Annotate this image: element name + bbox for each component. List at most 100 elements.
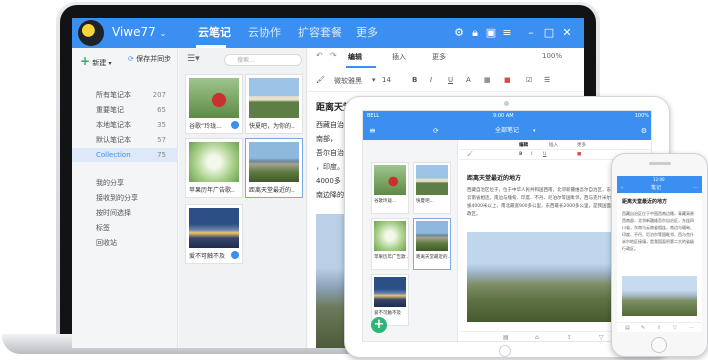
username-dropdown[interactable]: Viwe77 ⌄ bbox=[112, 25, 166, 39]
sidebar-item-my-shares[interactable]: 我的分享 bbox=[72, 176, 178, 190]
more-icon[interactable]: ⋯ bbox=[689, 325, 694, 331]
settings-gear-icon[interactable]: ⚙ bbox=[452, 26, 466, 40]
tablet-home-button[interactable] bbox=[499, 345, 511, 357]
note-list: ☰▾ 搜索... 谷歌“玲珑... 快夏吧，为你的... 苹果历年广告歌... … bbox=[179, 48, 307, 348]
sidebar-item-received-shares[interactable]: 接收到的分享 bbox=[72, 191, 178, 205]
more-icon[interactable]: ⋯ bbox=[693, 183, 698, 193]
avatar[interactable] bbox=[78, 20, 104, 46]
undo-icon[interactable]: ↶ bbox=[316, 51, 323, 60]
format-painter-icon[interactable]: 🖌︎ bbox=[316, 76, 325, 84]
note-card-selected[interactable]: 距离天堂最近的... bbox=[413, 218, 451, 270]
note-card-title: 谷歌“玲珑... bbox=[189, 123, 222, 130]
new-button[interactable]: + 新建 ▾ bbox=[80, 54, 112, 68]
tab-more-tools[interactable]: 更多 bbox=[432, 52, 446, 62]
delete-icon[interactable]: ▽ bbox=[599, 334, 604, 341]
format-painter-icon[interactable]: 🖌︎ bbox=[467, 152, 473, 157]
zoom-level[interactable]: 100% bbox=[542, 52, 562, 60]
sync-icon[interactable]: ⟳ bbox=[433, 122, 439, 140]
tablet-screen: BELL 9:00 AM 100% ≡ ⟳ 全部笔记 ▾ ⚙ 谷歌玲珑... 快… bbox=[362, 110, 652, 342]
tab-cloud-notes[interactable]: 云笔记 bbox=[198, 24, 231, 40]
sidebar-item-label: 所有笔记本 bbox=[96, 91, 131, 99]
tab-more[interactable]: 更多 bbox=[356, 24, 378, 40]
tab-insert[interactable]: 插入 bbox=[392, 52, 406, 62]
tablet-header: ≡ ⟳ 全部笔记 ▾ ⚙ bbox=[363, 122, 651, 140]
note-card[interactable]: 苹果历年广告歌... bbox=[371, 218, 409, 270]
tablet-note-list: 谷歌玲珑... 快夏吧... 苹果历年广告歌... 距离天堂最近的... 爱不可… bbox=[363, 140, 458, 341]
share-icon[interactable]: ⇪ bbox=[657, 325, 661, 331]
tab-insert[interactable]: 插入 bbox=[549, 142, 558, 148]
username: Viwe77 bbox=[112, 25, 156, 39]
tablet-camera bbox=[504, 101, 509, 106]
phone-header-title: 笔记 bbox=[651, 185, 662, 191]
phone-status-bar: 12:00 bbox=[617, 176, 702, 183]
attachment-icon[interactable]: ⌂ bbox=[535, 334, 539, 341]
note-title[interactable]: 距离天堂最近的地方 bbox=[622, 198, 667, 205]
phone-home-button[interactable] bbox=[651, 337, 667, 353]
note-card[interactable]: 爱不可触不及 bbox=[185, 204, 243, 264]
sync-button[interactable]: ⟳ 保存并同步 bbox=[128, 54, 171, 64]
bold-icon[interactable]: B bbox=[519, 152, 522, 157]
bold-icon[interactable]: B bbox=[412, 76, 417, 84]
note-info-icon[interactable]: ▤ bbox=[625, 325, 630, 331]
tab-storage-plans[interactable]: 扩容套餐 bbox=[298, 24, 342, 40]
shared-badge-icon bbox=[231, 251, 239, 259]
note-card[interactable]: 苹果历年广告歌... bbox=[185, 138, 243, 198]
tab-edit[interactable]: 编辑 bbox=[519, 142, 528, 148]
tab-collaboration[interactable]: 云协作 bbox=[248, 24, 281, 40]
tab-more-tools[interactable]: 更多 bbox=[577, 142, 586, 148]
sidebar-item-by-time[interactable]: 按时间选择 bbox=[72, 206, 178, 220]
close-icon[interactable]: ✕ bbox=[560, 26, 574, 40]
back-icon[interactable]: ‹ bbox=[621, 183, 623, 193]
list-view-toggle-icon[interactable]: ☰▾ bbox=[187, 54, 200, 64]
maximize-icon[interactable]: □ bbox=[542, 26, 556, 40]
sidebar-item-trash[interactable]: 回收站 bbox=[72, 236, 178, 250]
text-color-icon[interactable]: A bbox=[466, 76, 471, 84]
edit-icon[interactable]: ✎ bbox=[641, 325, 645, 331]
sidebar-item-default-notebook[interactable]: 默认笔记本 57 bbox=[72, 133, 178, 147]
note-card[interactable]: 快夏吧，为你的... bbox=[245, 74, 303, 134]
menu-icon[interactable]: ≡ bbox=[369, 122, 376, 140]
highlight-icon[interactable]: ▦ bbox=[484, 76, 491, 84]
redo-icon[interactable]: ↷ bbox=[330, 51, 337, 60]
italic-icon[interactable]: I bbox=[531, 152, 532, 157]
underline-icon[interactable]: U bbox=[448, 76, 453, 84]
note-card[interactable]: 谷歌“玲珑... bbox=[185, 74, 243, 134]
chevron-down-icon: ⌄ bbox=[159, 29, 167, 38]
underline-icon[interactable]: U bbox=[543, 152, 546, 157]
note-card[interactable]: 快夏吧... bbox=[413, 162, 451, 214]
note-card-selected[interactable]: 距离天堂最近的... bbox=[245, 138, 303, 198]
note-thumbnail bbox=[189, 142, 239, 182]
lock-icon[interactable]: 🔒︎ bbox=[468, 26, 482, 40]
share-icon[interactable]: ⇪ bbox=[567, 334, 572, 341]
italic-icon[interactable]: I bbox=[430, 76, 432, 84]
delete-icon[interactable]: ▽ bbox=[673, 325, 677, 331]
minimize-icon[interactable]: – bbox=[524, 26, 538, 40]
list-icon[interactable]: ☰ bbox=[544, 76, 550, 84]
note-title[interactable]: 距离天堂最近的地方 bbox=[467, 173, 521, 182]
skin-icon[interactable]: ▣ bbox=[484, 26, 498, 40]
background-color-icon[interactable]: ■ bbox=[577, 152, 581, 157]
checklist-icon[interactable]: ☑ bbox=[526, 76, 532, 84]
shared-badge-icon bbox=[231, 121, 239, 129]
sidebar-item-all-notebooks[interactable]: 所有笔记本 207 bbox=[72, 88, 178, 102]
sidebar-item-local-notebook[interactable]: 本地笔记本 35 bbox=[72, 118, 178, 132]
sidebar-item-collection[interactable]: Collection 75 bbox=[72, 148, 178, 162]
font-size-select[interactable]: 14 bbox=[382, 76, 391, 84]
background-color-icon[interactable]: ■ bbox=[504, 76, 511, 84]
search-input[interactable]: 搜索... bbox=[224, 54, 302, 66]
menu-icon[interactable]: ≡ bbox=[500, 26, 514, 40]
note-card[interactable]: 谷歌玲珑... bbox=[371, 162, 409, 214]
chevron-down-icon: ▾ bbox=[108, 60, 112, 67]
gear-icon[interactable]: ⚙ bbox=[641, 122, 647, 140]
new-label: 新建 bbox=[92, 59, 107, 67]
note-thumbnail bbox=[416, 165, 448, 195]
sidebar-item-tags[interactable]: 标签 bbox=[72, 221, 178, 235]
note-info-icon[interactable]: ▤ bbox=[503, 334, 509, 341]
tablet-header-title[interactable]: 全部笔记 bbox=[495, 122, 519, 140]
note-thumbnail bbox=[374, 221, 406, 251]
tab-edit[interactable]: 编辑 bbox=[348, 52, 362, 62]
sidebar-item-important[interactable]: 重要笔记 65 bbox=[72, 103, 178, 117]
font-family-select[interactable]: 微软雅黑 bbox=[334, 76, 362, 86]
phone-header: ‹ 笔记 ⋯ bbox=[617, 183, 702, 193]
add-note-button[interactable]: + bbox=[371, 317, 387, 333]
